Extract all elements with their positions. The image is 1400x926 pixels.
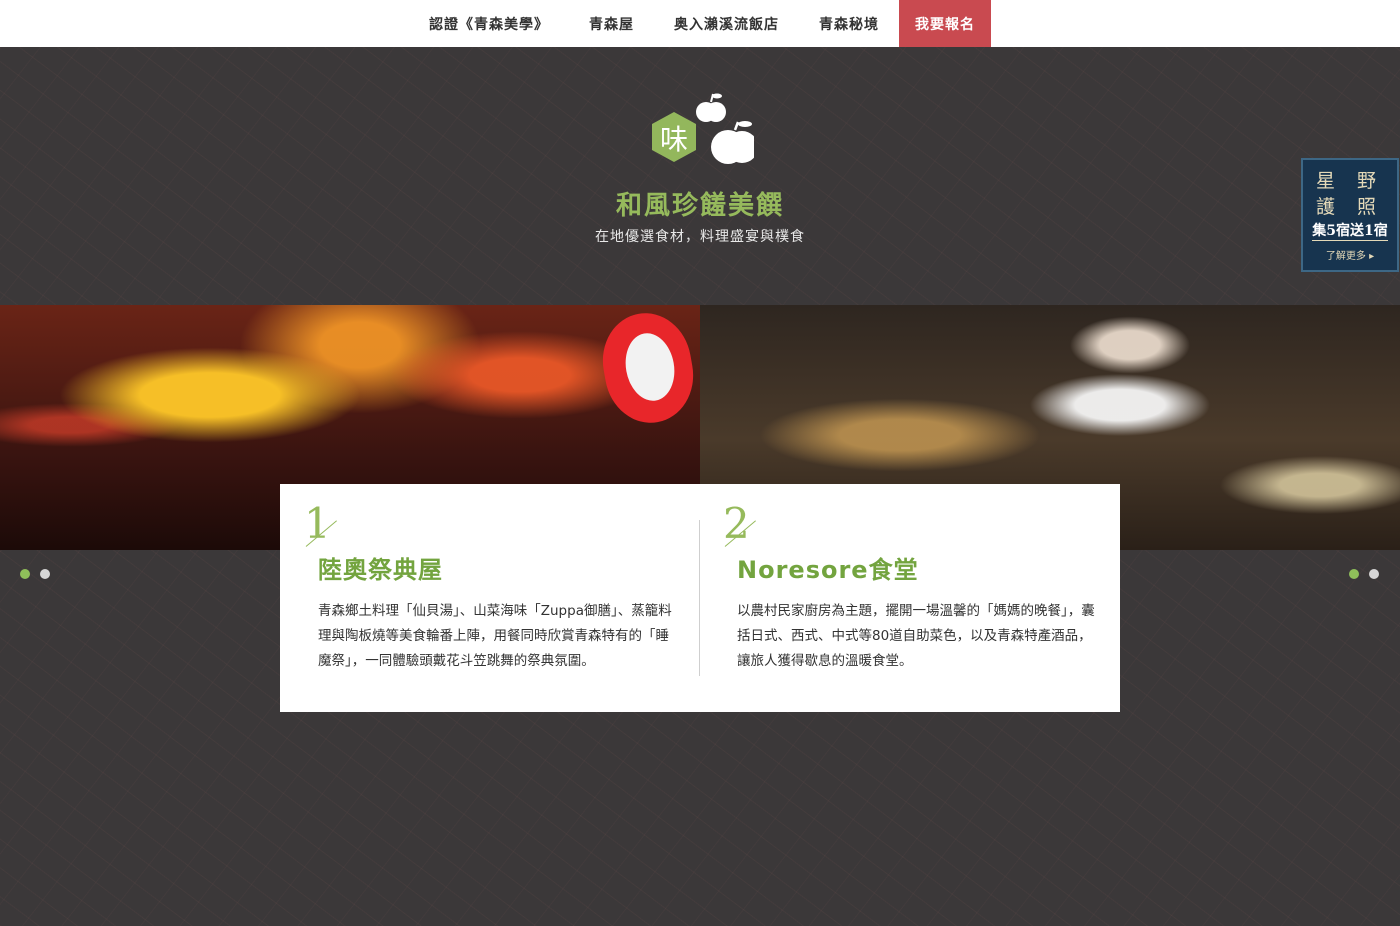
restaurant-description: 以農村民家廚房為主題，擺開一場溫馨的「媽媽的晚餐」，囊括日式、西式、中式等80道… — [737, 603, 1095, 669]
restaurant-description: 青森鄉土料理「仙貝湯」、山菜海味「Zuppa御膳」、蒸籠料理與陶板燒等美食輪番上… — [318, 603, 672, 669]
section-subtitle: 在地優選食材，料理盛宴與樸食 — [595, 229, 805, 245]
item-number: 1 — [304, 500, 344, 548]
section-title: 和風珍饈美饌 — [615, 191, 784, 221]
item-number: 2 — [723, 500, 763, 548]
slider-dot[interactable] — [1349, 569, 1359, 579]
nav-item-oirase-hotel[interactable]: 奥入瀨溪流飯店 — [654, 0, 799, 47]
right-slider-dots — [1349, 569, 1379, 579]
restaurant-title: Noresore食堂 — [737, 556, 919, 584]
passport-line-1: 星 野 — [1315, 170, 1385, 192]
hoshino-passport-badge[interactable]: 星 野 護 照 集5宿送1宿 了解更多 ▸ — [1301, 158, 1399, 272]
restaurant-column-1: 1 陸奧祭典屋 青森鄉土料理「仙貝湯」、山菜海味「Zuppa御膳」、蒸籠料理與陶… — [304, 500, 674, 674]
restaurant-column-2: 2 Noresore食堂 以農村民家廚房為主題，擺開一場溫馨的「媽媽的晚餐」，囊… — [723, 500, 1095, 674]
slider-dot[interactable] — [20, 569, 30, 579]
left-slider-dots — [20, 569, 50, 579]
nav-item-certification[interactable]: 認證《青森美學》 — [409, 0, 569, 47]
restaurant-info-card: 1 陸奧祭典屋 青森鄉土料理「仙貝湯」、山菜海味「Zuppa御膳」、蒸籠料理與陶… — [280, 484, 1120, 712]
apple-icon — [696, 93, 726, 122]
restaurant-title: 陸奧祭典屋 — [318, 556, 443, 584]
taste-apple-logo: 味 — [644, 90, 758, 175]
top-nav: 認證《青森美學》 青森屋 奥入瀨溪流飯店 青森秘境 我要報名 — [0, 0, 1400, 47]
nav-item-aomori-secret[interactable]: 青森秘境 — [799, 0, 899, 47]
slider-dot[interactable] — [40, 569, 50, 579]
column-divider — [699, 520, 700, 676]
slider-dot[interactable] — [1369, 569, 1379, 579]
nav-item-register-button[interactable]: 我要報名 — [899, 0, 991, 47]
passport-line-2: 護 照 — [1315, 196, 1385, 218]
passport-learn-more-link[interactable]: 了解更多 ▸ — [1303, 247, 1397, 262]
passport-offer: 集5宿送1宿 — [1312, 223, 1388, 241]
nav-item-aomoriya[interactable]: 青森屋 — [569, 0, 654, 47]
apple-icon — [711, 121, 758, 164]
logo-char: 味 — [660, 123, 688, 156]
